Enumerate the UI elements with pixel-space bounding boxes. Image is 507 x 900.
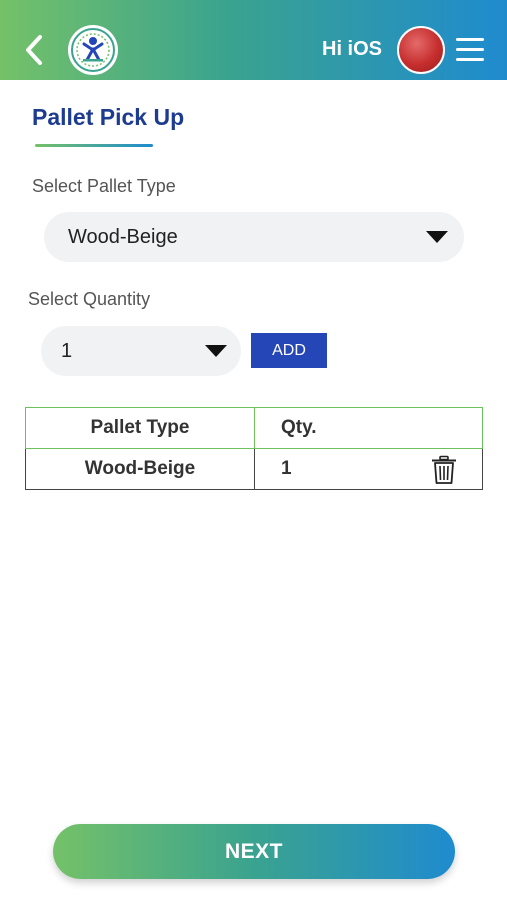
hamburger-menu-icon[interactable]: [456, 36, 490, 64]
table-row: Wood-Beige 1: [25, 448, 483, 490]
quantity-label: Select Quantity: [28, 289, 151, 309]
pallet-table: Pallet Type Qty. Wood-Beige 1: [25, 407, 483, 490]
caret-down-icon: [426, 231, 448, 243]
quantity-select[interactable]: 1: [41, 326, 241, 376]
avatar[interactable]: [397, 26, 445, 74]
add-button[interactable]: ADD: [251, 333, 327, 368]
pallet-type-label: Select Pallet Type: [32, 176, 176, 196]
page-title: Pallet Pick Up: [32, 104, 185, 130]
app-header: Hi iOS: [0, 0, 507, 80]
back-button[interactable]: [18, 30, 50, 70]
logo-icon: [68, 25, 118, 75]
cell-pallet-type: Wood-Beige: [25, 448, 255, 490]
pallet-type-value: Wood-Beige: [68, 225, 178, 248]
quantity-value: 1: [61, 339, 73, 362]
table-header-row: Pallet Type Qty.: [25, 407, 483, 449]
column-header-qty: Qty.: [254, 407, 483, 449]
trash-icon[interactable]: [430, 455, 458, 485]
next-button[interactable]: NEXT: [53, 824, 455, 879]
pallet-type-select[interactable]: Wood-Beige: [44, 212, 464, 262]
title-underline: [35, 144, 153, 147]
caret-down-icon: [205, 345, 227, 357]
chevron-left-icon: [26, 35, 42, 65]
column-header-pallet-type: Pallet Type: [25, 407, 255, 449]
cell-qty-value: 1: [281, 458, 292, 479]
cell-qty: 1: [254, 448, 483, 490]
greeting-text: Hi iOS: [322, 38, 383, 60]
